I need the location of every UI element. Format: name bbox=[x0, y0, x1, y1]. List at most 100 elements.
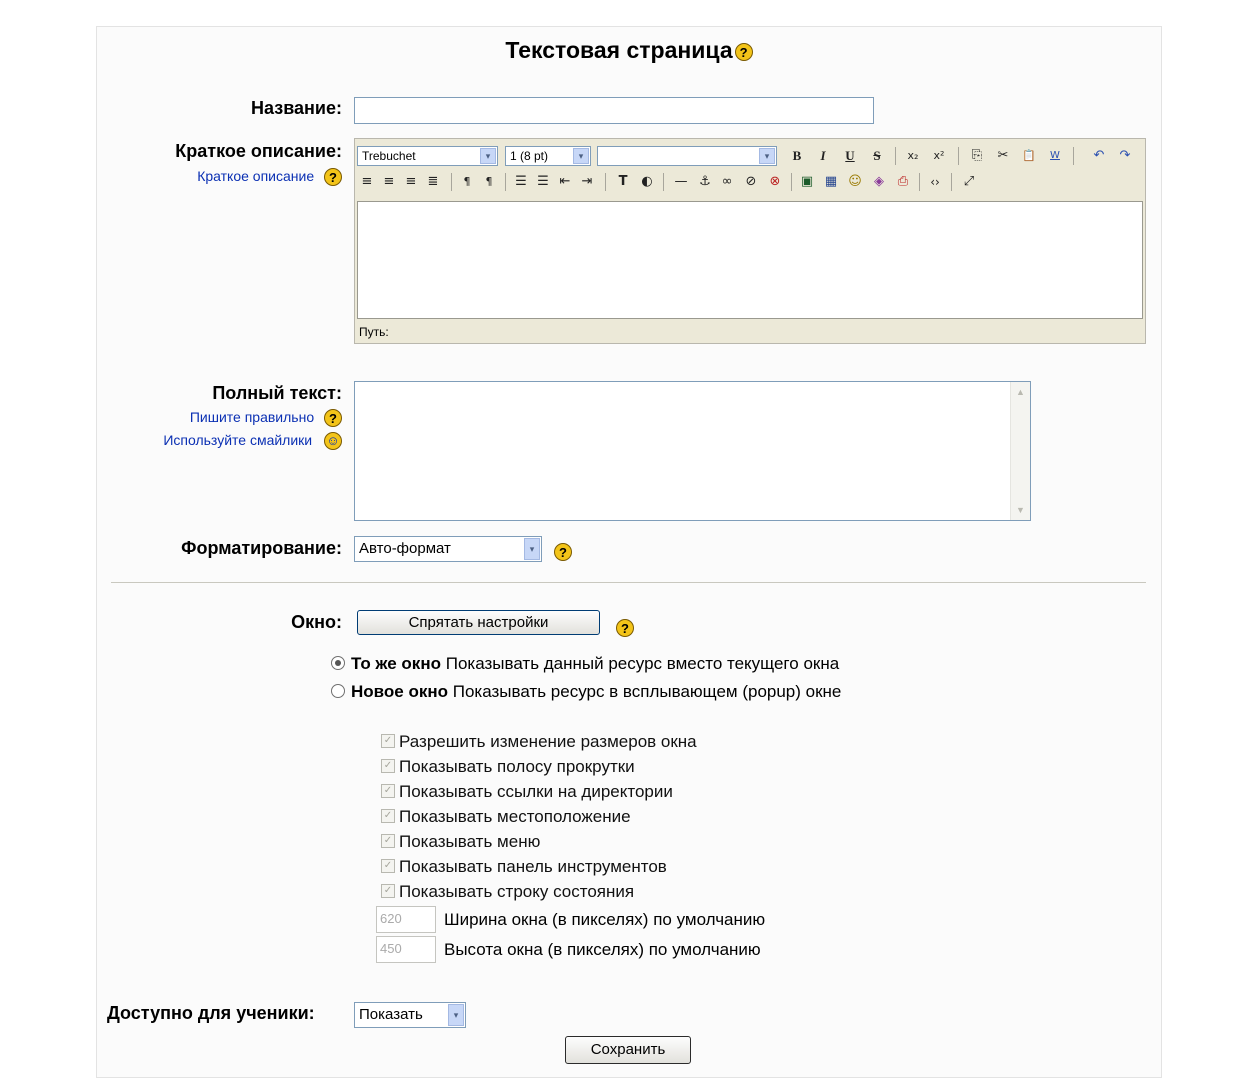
copy-icon[interactable]: ⎘ bbox=[967, 146, 987, 166]
checkbox-menubar[interactable]: ✓ Показывать меню bbox=[381, 832, 540, 852]
anchor-icon[interactable]: ⚓ bbox=[695, 172, 715, 192]
use-smileys-text[interactable]: Используйте смайлики bbox=[163, 432, 312, 448]
html-source-icon[interactable]: ‹› bbox=[925, 172, 945, 192]
available-label: Доступно для ученики: bbox=[107, 1003, 315, 1023]
chevron-down-icon[interactable]: ▾ bbox=[480, 148, 496, 164]
scroll-down-icon[interactable]: ▼ bbox=[1013, 502, 1028, 518]
strikethrough-icon[interactable]: S bbox=[867, 146, 887, 166]
summary-label: Краткое описание: bbox=[175, 141, 342, 161]
chevron-down-icon[interactable]: ▾ bbox=[759, 148, 775, 164]
checkbox-label: Показывать местоположение bbox=[399, 807, 631, 826]
help-icon[interactable]: ? bbox=[324, 168, 342, 187]
help-icon[interactable]: ? bbox=[734, 42, 753, 61]
align-center-icon[interactable]: ≡ bbox=[379, 172, 399, 192]
textarea-scrollbar[interactable]: ▲ ▼ bbox=[1010, 382, 1030, 520]
checkmark-icon[interactable]: ✓ bbox=[381, 808, 395, 823]
bold-icon[interactable]: B bbox=[787, 146, 807, 166]
rtl-icon[interactable]: ¶ bbox=[479, 172, 499, 192]
toolbar-separator bbox=[505, 173, 506, 191]
write-correctly-link[interactable]: Пишите правильно ? bbox=[97, 409, 342, 428]
fulltext-textarea[interactable]: ▲ ▼ bbox=[354, 381, 1031, 521]
insert-char-icon[interactable]: ◈ bbox=[869, 172, 889, 192]
redo-icon[interactable]: ↷ bbox=[1115, 146, 1135, 166]
toolbar-separator bbox=[605, 173, 606, 191]
hide-settings-button[interactable]: Спрятать настройки bbox=[357, 610, 600, 635]
search-replace-icon[interactable]: ⎙ bbox=[893, 172, 913, 192]
checkmark-icon[interactable]: ✓ bbox=[381, 833, 395, 848]
superscript-icon[interactable]: x² bbox=[929, 146, 949, 166]
insert-table-icon[interactable]: ▦ bbox=[821, 172, 841, 192]
align-right-icon[interactable]: ≡ bbox=[401, 172, 421, 192]
name-label: Название: bbox=[251, 98, 342, 118]
checkmark-icon[interactable]: ✓ bbox=[381, 733, 395, 748]
editor-path-label: Путь: bbox=[359, 325, 389, 339]
nolink-icon[interactable]: ⊗ bbox=[765, 172, 785, 192]
checkbox-resize[interactable]: ✓ Разрешить изменение размеров окна bbox=[381, 732, 697, 752]
smiley-icon[interactable]: ☺ bbox=[845, 172, 865, 192]
write-correctly-text[interactable]: Пишите правильно bbox=[190, 409, 314, 425]
use-smileys-link[interactable]: Используйте смайлики ☺ bbox=[97, 432, 342, 450]
checkmark-icon[interactable]: ✓ bbox=[381, 783, 395, 798]
style-select[interactable]: ▾ bbox=[597, 146, 777, 166]
horizontal-rule-icon[interactable]: — bbox=[671, 172, 691, 192]
radio-button[interactable] bbox=[331, 683, 345, 698]
italic-icon[interactable]: I bbox=[813, 146, 833, 166]
help-icon[interactable]: ? bbox=[324, 409, 342, 428]
checkbox-status[interactable]: ✓ Показывать строку состояния bbox=[381, 882, 634, 902]
outdent-icon[interactable]: ⇤ bbox=[555, 172, 575, 192]
divider bbox=[111, 582, 1146, 583]
checkmark-icon[interactable]: ✓ bbox=[381, 758, 395, 773]
help-icon[interactable]: ? bbox=[554, 543, 572, 561]
insert-image-icon[interactable]: ▣ bbox=[797, 172, 817, 192]
summary-help-text[interactable]: Краткое описание bbox=[197, 168, 314, 184]
scroll-up-icon[interactable]: ▲ bbox=[1013, 384, 1028, 400]
checkbox-location[interactable]: ✓ Показывать местоположение bbox=[381, 807, 631, 827]
size-select[interactable]: 1 (8 pt) ▾ bbox=[505, 146, 591, 166]
indent-icon[interactable]: ⇥ bbox=[577, 172, 597, 192]
ordered-list-icon[interactable]: ☰ bbox=[511, 172, 531, 192]
summary-editor-area[interactable] bbox=[357, 201, 1143, 319]
radio-desc: Показывать данный ресурс вместо текущего… bbox=[445, 654, 840, 673]
radio-button[interactable] bbox=[331, 655, 345, 670]
font-select[interactable]: Trebuchet ▾ bbox=[357, 146, 498, 166]
background-color-icon[interactable]: ◐ bbox=[637, 172, 657, 192]
checkbox-toolbar[interactable]: ✓ Показывать панель инструментов bbox=[381, 857, 667, 877]
width-input[interactable]: 620 bbox=[376, 906, 436, 933]
unlink-icon[interactable]: ⊘ bbox=[741, 172, 761, 192]
ltr-icon[interactable]: ¶ bbox=[457, 172, 477, 192]
text-color-icon[interactable]: T bbox=[613, 172, 633, 192]
align-left-icon[interactable]: ≡ bbox=[357, 172, 377, 192]
chevron-down-icon[interactable]: ▾ bbox=[524, 538, 540, 560]
chevron-down-icon[interactable]: ▾ bbox=[448, 1004, 464, 1026]
undo-icon[interactable]: ↶ bbox=[1089, 146, 1109, 166]
link-icon[interactable]: ∞ bbox=[717, 172, 737, 192]
checkmark-icon[interactable]: ✓ bbox=[381, 883, 395, 898]
underline-icon[interactable]: U bbox=[840, 146, 860, 166]
checkbox-scrollbars[interactable]: ✓ Показывать полосу прокрутки bbox=[381, 757, 635, 777]
window-label: Окно: bbox=[291, 612, 342, 632]
summary-help-link[interactable]: Краткое описание ? bbox=[97, 168, 342, 187]
radio-title: То же окно bbox=[351, 654, 441, 673]
fullscreen-icon[interactable]: ⤢ bbox=[959, 172, 979, 192]
checkbox-directories[interactable]: ✓ Показывать ссылки на директории bbox=[381, 782, 673, 802]
align-justify-icon[interactable]: ≣ bbox=[423, 172, 443, 192]
height-input[interactable]: 450 bbox=[376, 936, 436, 963]
help-icon[interactable]: ? bbox=[616, 619, 634, 637]
unordered-list-icon[interactable]: ☰ bbox=[533, 172, 553, 192]
name-input[interactable] bbox=[354, 97, 874, 124]
radio-same-window[interactable]: То же окно Показывать данный ресурс вмес… bbox=[331, 654, 839, 674]
page-title: Текстовая страница? bbox=[97, 37, 1161, 64]
font-select-value: Trebuchet bbox=[362, 149, 416, 163]
radio-new-window[interactable]: Новое окно Показывать ресурс в всплывающ… bbox=[331, 682, 841, 702]
format-select[interactable]: Авто-формат ▾ bbox=[354, 536, 542, 562]
save-button[interactable]: Сохранить bbox=[565, 1036, 691, 1064]
toolbar-separator bbox=[958, 147, 959, 165]
cut-icon[interactable]: ✂ bbox=[993, 146, 1013, 166]
chevron-down-icon[interactable]: ▾ bbox=[573, 148, 589, 164]
paste-word-icon[interactable]: W bbox=[1045, 146, 1065, 166]
available-select[interactable]: Показать ▾ bbox=[354, 1002, 466, 1028]
paste-icon[interactable]: 📋 bbox=[1019, 146, 1039, 166]
subscript-icon[interactable]: x₂ bbox=[903, 146, 923, 166]
checkmark-icon[interactable]: ✓ bbox=[381, 858, 395, 873]
smiley-icon[interactable]: ☺ bbox=[324, 432, 342, 450]
